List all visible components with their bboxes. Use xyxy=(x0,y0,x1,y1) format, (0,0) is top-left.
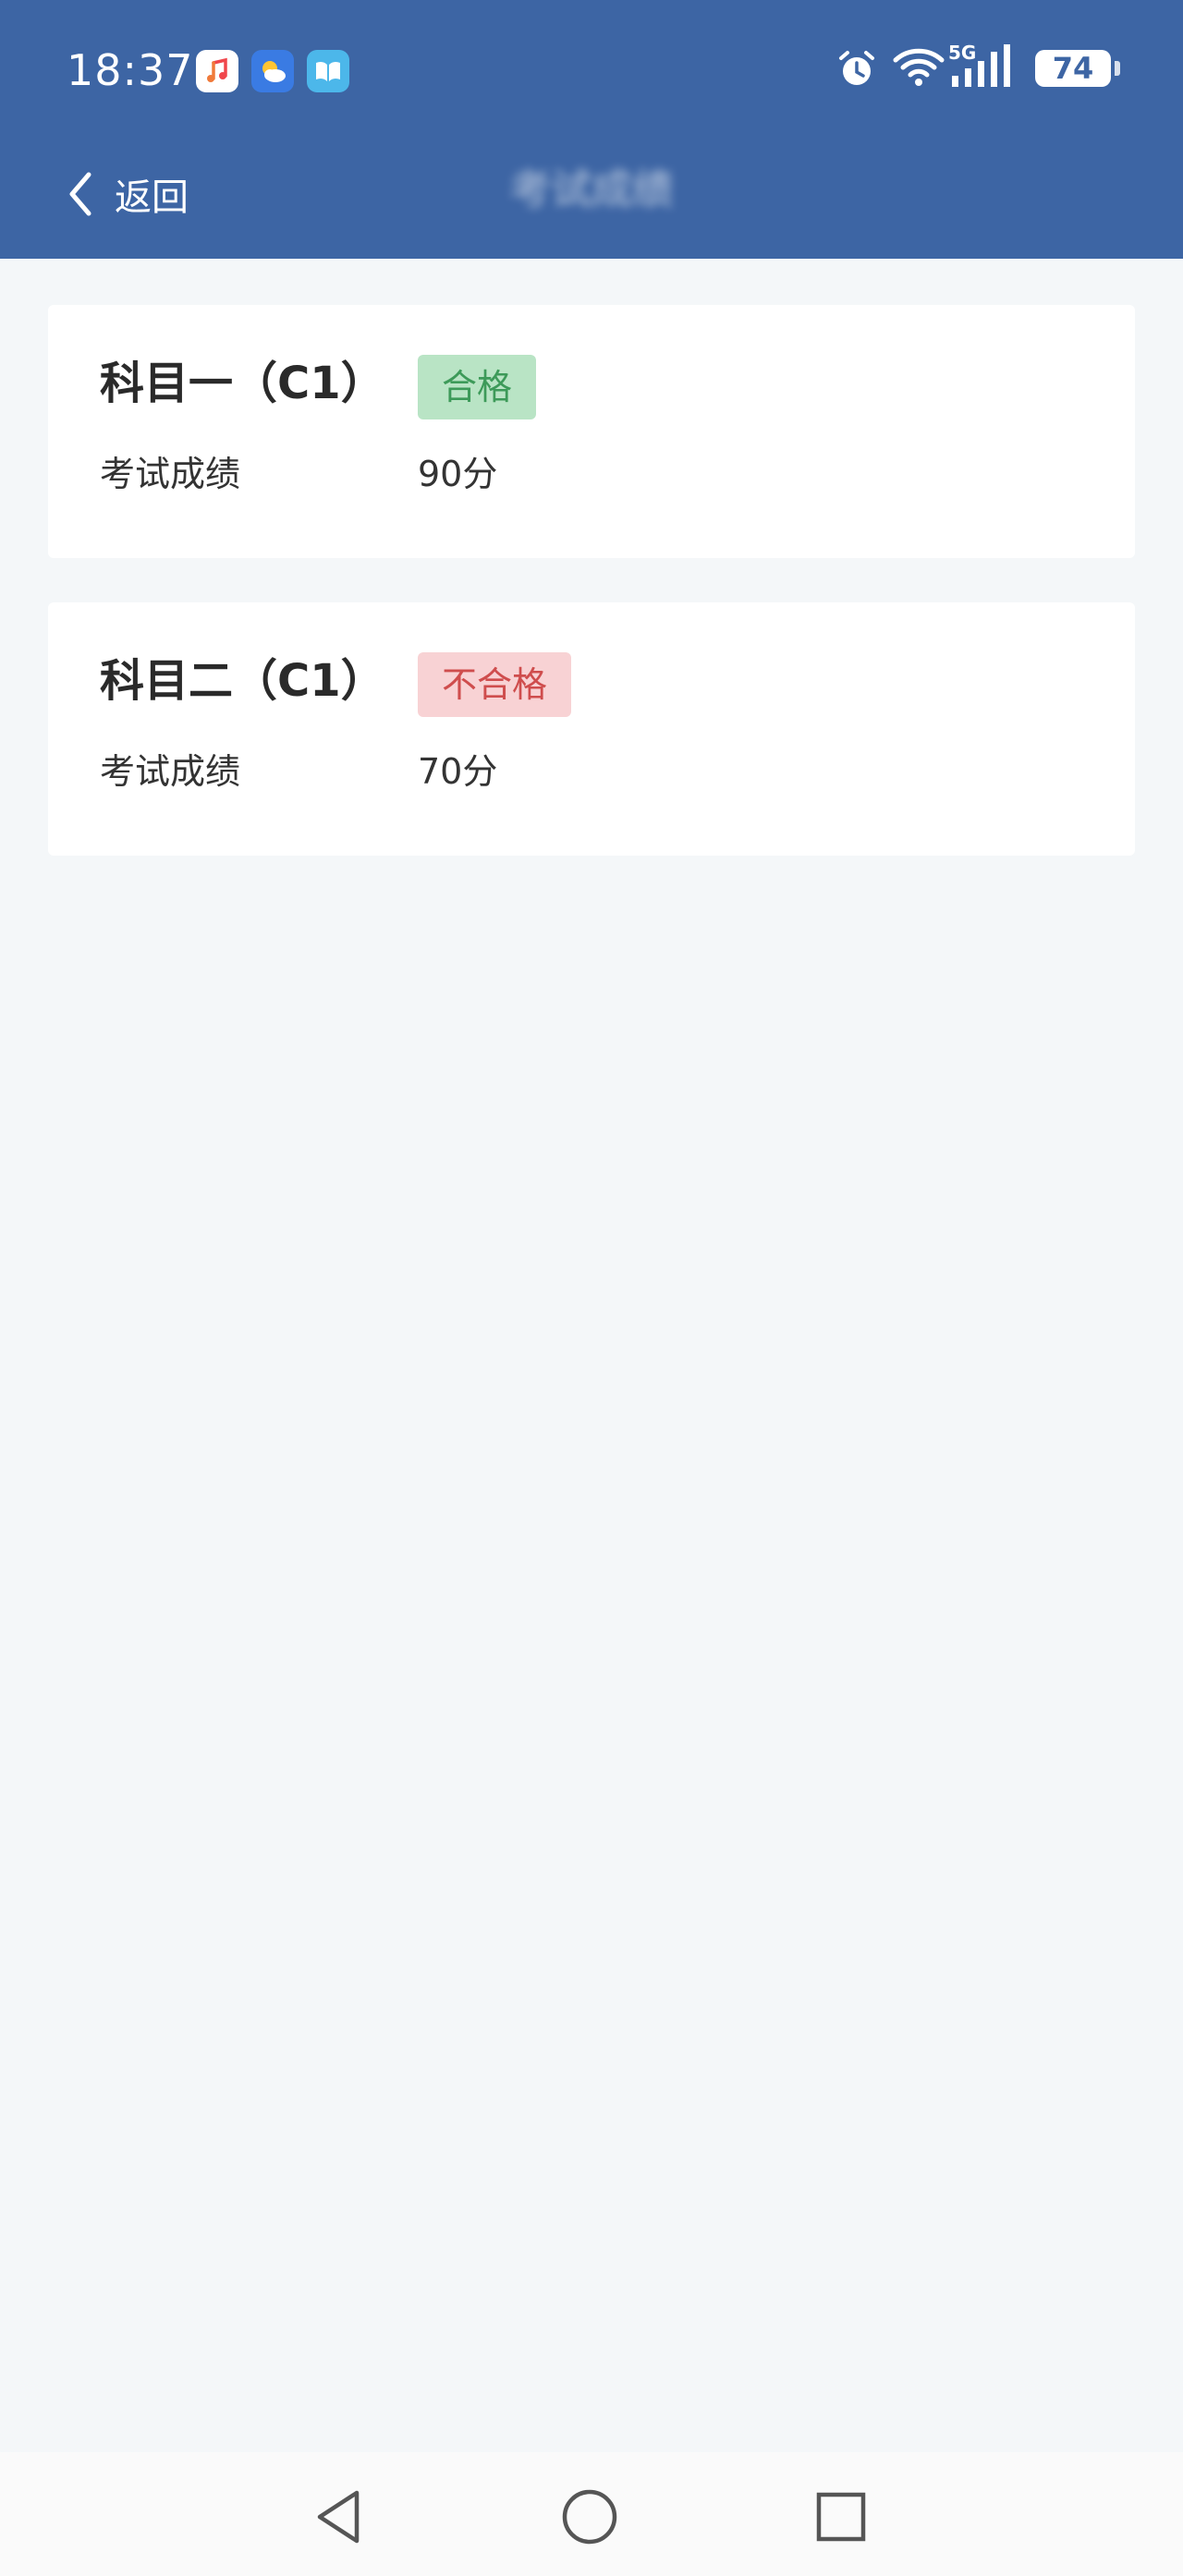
status-bar: 18:37 5G 74 xyxy=(0,0,1183,139)
cellular-signal-icon: 5G xyxy=(948,41,1015,96)
back-label: 返回 xyxy=(115,176,189,219)
weather-app-icon xyxy=(251,50,294,92)
battery-tip xyxy=(1115,61,1120,76)
back-triangle-icon[interactable] xyxy=(301,2480,375,2554)
page-title: 考试成绩 xyxy=(510,166,673,213)
score-value: 90分 xyxy=(418,454,498,494)
status-badge: 合格 xyxy=(418,355,537,419)
svg-text:5G: 5G xyxy=(948,42,976,64)
home-circle-icon[interactable] xyxy=(553,2480,627,2554)
music-app-icon xyxy=(196,50,238,92)
battery-icon: 74 xyxy=(1035,50,1111,87)
chevron-left-icon xyxy=(54,163,105,225)
result-card[interactable]: 科目二（C1） 不合格 考试成绩 70分 xyxy=(48,602,1135,856)
subject-name: 科目一（C1） xyxy=(100,358,385,409)
back-button[interactable]: 返回 xyxy=(54,163,189,225)
score-value: 70分 xyxy=(418,751,498,792)
recents-square-icon[interactable] xyxy=(804,2480,878,2554)
result-card[interactable]: 科目一（C1） 合格 考试成绩 90分 xyxy=(48,305,1135,558)
status-badge: 不合格 xyxy=(418,652,572,717)
app-header: 18:37 5G 74 返回 考试成绩 xyxy=(0,0,1183,259)
alarm-icon xyxy=(835,48,878,94)
wifi-icon xyxy=(893,46,945,91)
score-label: 考试成绩 xyxy=(100,751,241,792)
subject-name: 科目二（C1） xyxy=(100,655,385,707)
score-label: 考试成绩 xyxy=(100,454,241,494)
reader-app-icon xyxy=(307,50,349,92)
status-time: 18:37 xyxy=(67,45,194,95)
nav-bar: 返回 考试成绩 xyxy=(0,139,1183,259)
system-navigation-bar xyxy=(0,2452,1183,2576)
